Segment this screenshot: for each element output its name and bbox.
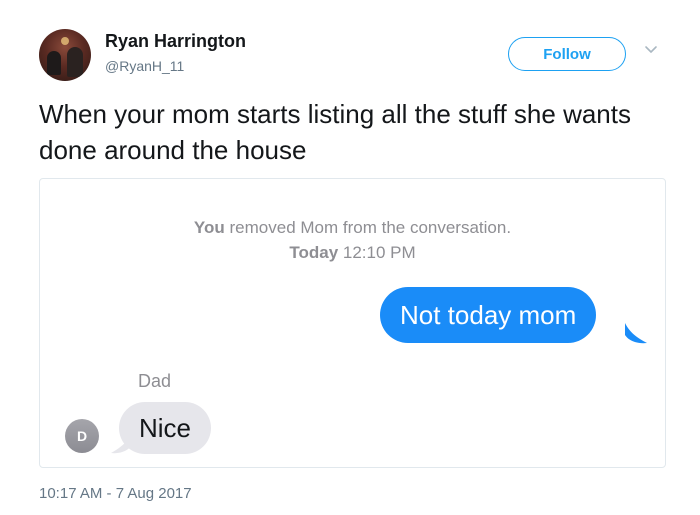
avatar-figure xyxy=(47,51,61,75)
author-handle[interactable]: @RyanH_11 xyxy=(105,58,184,74)
system-timestamp-day: Today xyxy=(289,243,339,262)
avatar-lamp xyxy=(61,37,69,45)
system-message-actor: You xyxy=(193,218,225,237)
tweet-timestamp[interactable]: 10:17 AM - 7 Aug 2017 xyxy=(39,485,192,502)
embedded-screenshot[interactable]: You removed Mom from the conversation. T… xyxy=(39,178,666,468)
author-name[interactable]: Ryan Harrington xyxy=(105,31,246,52)
sender-avatar: D xyxy=(65,419,99,453)
outgoing-message-bubble: Not today mom xyxy=(380,287,597,343)
system-message: You removed Mom from the conversation. xyxy=(40,218,665,238)
author-avatar[interactable] xyxy=(39,29,91,81)
avatar-figure xyxy=(67,47,83,77)
system-timestamp-time: 12:10 PM xyxy=(338,243,416,262)
tweet-text: When your mom starts listing all the stu… xyxy=(39,99,631,165)
system-message-text: removed Mom from the conversation. xyxy=(224,218,512,237)
system-timestamp: Today 12:10 PM xyxy=(40,243,665,263)
incoming-message-bubble: Nice xyxy=(119,402,212,454)
chevron-down-icon[interactable] xyxy=(643,42,659,58)
incoming-sender-name: Dad xyxy=(138,371,172,391)
outgoing-bubble-tail xyxy=(625,323,647,344)
follow-button[interactable]: Follow xyxy=(508,37,626,71)
